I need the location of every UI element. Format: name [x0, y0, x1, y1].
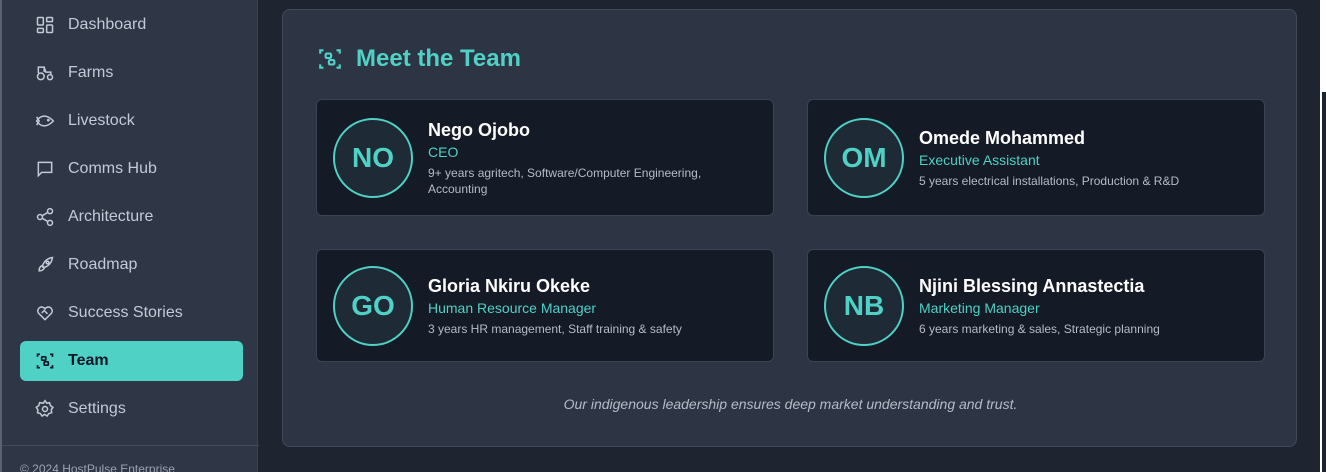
avatar: OM	[824, 117, 904, 198]
sidebar-item-comms-hub[interactable]: Comms Hub	[20, 149, 243, 189]
sidebar-item-label: Settings	[68, 400, 126, 417]
team-scan-icon	[35, 351, 55, 371]
fish-icon	[35, 111, 55, 131]
member-name: Nego Ojobo	[428, 119, 530, 140]
member-description: 5 years electrical installations, Produc…	[919, 173, 1180, 188]
sidebar-item-label: Dashboard	[68, 16, 147, 33]
gear-icon	[35, 399, 55, 419]
member-role: Human Resource Manager	[428, 299, 597, 316]
scrollbar-thumb[interactable]	[1322, 92, 1326, 472]
scrollbar[interactable]	[1320, 0, 1326, 472]
sidebar-item-label: Comms Hub	[68, 160, 157, 177]
team-scan-icon	[317, 46, 343, 72]
heart-handshake-icon	[35, 303, 55, 323]
sidebar-item-label: Architecture	[68, 208, 154, 225]
sidebar-divider	[2, 445, 259, 446]
dashboard-icon	[35, 15, 55, 35]
avatar: GO	[333, 265, 413, 346]
member-role: Executive Assistant	[919, 151, 1040, 168]
sidebar-item-livestock[interactable]: Livestock	[20, 101, 243, 141]
share-nodes-icon	[35, 207, 55, 227]
member-description: 6 years marketing & sales, Strategic pla…	[919, 321, 1160, 336]
sidebar-item-farms[interactable]: Farms	[20, 53, 243, 93]
section-title: Meet the Team	[317, 45, 521, 73]
member-name: Omede Mohammed	[919, 127, 1086, 148]
sidebar-item-label: Success Stories	[68, 304, 183, 321]
member-name: Njini Blessing Annastectia	[919, 275, 1145, 296]
sidebar-item-label: Farms	[68, 64, 114, 81]
team-member-card: NB Njini Blessing Annastectia Marketing …	[807, 249, 1265, 362]
sidebar-item-architecture[interactable]: Architecture	[20, 197, 243, 237]
team-section: Meet the Team NO Nego Ojobo CEO 9+ years…	[282, 9, 1297, 447]
footer-copyright: © 2024 HostPulse Enterprise	[20, 462, 175, 472]
sidebar-item-team[interactable]: Team	[20, 341, 243, 381]
team-member-card: GO Gloria Nkiru Okeke Human Resource Man…	[316, 249, 774, 362]
sidebar-item-label: Team	[68, 352, 109, 369]
tractor-icon	[35, 63, 55, 83]
team-tagline: Our indigenous leadership ensures deep m…	[563, 396, 1018, 412]
team-member-card: OM Omede Mohammed Executive Assistant 5 …	[807, 99, 1265, 216]
sidebar: Dashboard Farms Livestock Comms Hub Arch…	[0, 0, 259, 472]
sidebar-item-label: Livestock	[68, 112, 135, 129]
member-name: Gloria Nkiru Okeke	[428, 275, 591, 296]
avatar: NB	[824, 265, 904, 346]
section-title-text: Meet the Team	[356, 45, 521, 72]
rocket-icon	[35, 255, 55, 275]
sidebar-item-success-stories[interactable]: Success Stories	[20, 293, 243, 333]
sidebar-item-dashboard[interactable]: Dashboard	[20, 5, 243, 45]
avatar: NO	[333, 117, 413, 198]
sidebar-item-roadmap[interactable]: Roadmap	[20, 245, 243, 285]
sidebar-item-settings[interactable]: Settings	[20, 389, 243, 429]
member-role: Marketing Manager	[919, 299, 1040, 316]
team-member-card: NO Nego Ojobo CEO 9+ years agritech, Sof…	[316, 99, 774, 216]
sidebar-item-label: Roadmap	[68, 256, 138, 273]
member-role: CEO	[428, 143, 459, 160]
member-description: 9+ years agritech, Software/Computer Eng…	[428, 165, 702, 196]
message-icon	[35, 159, 55, 179]
member-description: 3 years HR management, Staff training & …	[428, 321, 682, 336]
